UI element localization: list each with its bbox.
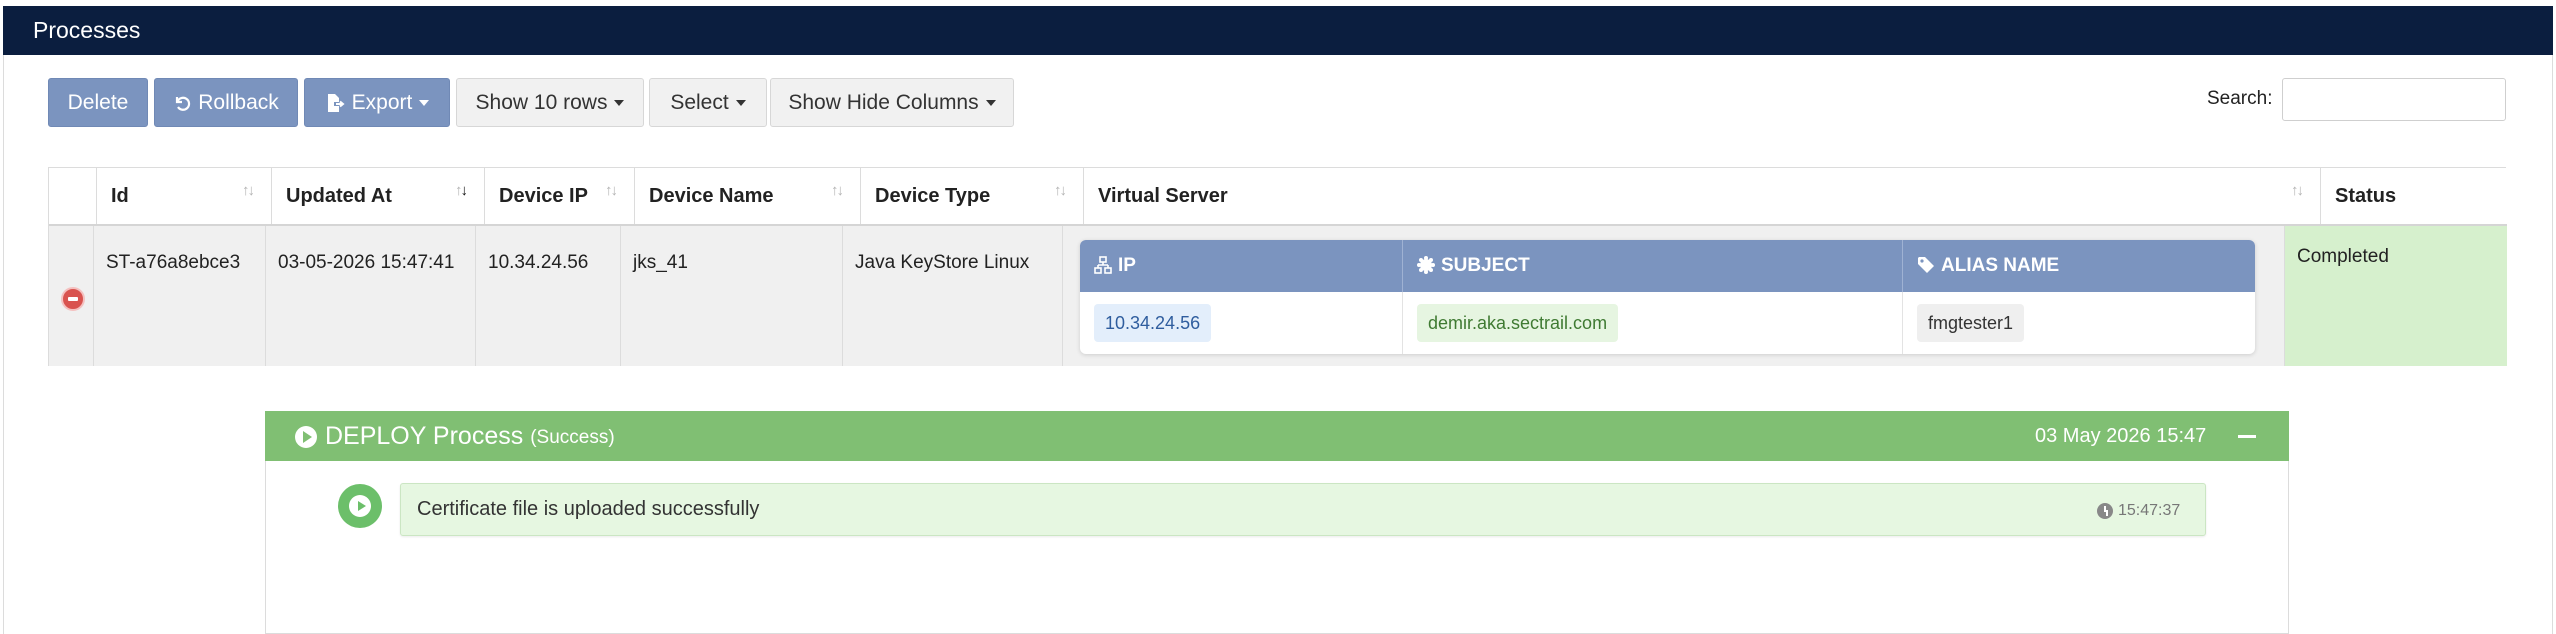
process-name: DEPLOY Process: [325, 422, 524, 450]
show-rows-label: Show 10 rows: [475, 90, 608, 114]
undo-icon: [176, 96, 191, 111]
vs-column-alias-name: ALIAS NAME: [1903, 240, 2255, 292]
chevron-down-icon: [419, 99, 430, 106]
cell-device-type: Java KeyStore Linux: [843, 226, 1063, 366]
network-icon: [1094, 256, 1112, 274]
rollback-button-label: Rollback: [198, 90, 279, 114]
process-result: (Success): [530, 427, 615, 448]
show-hide-columns-label: Show Hide Columns: [788, 90, 979, 114]
page-header: Processes: [3, 6, 2553, 55]
column-header-device-name[interactable]: Device Name ↑↓: [635, 168, 861, 224]
file-export-icon: [327, 93, 345, 112]
virtual-server-table: IP SUBJECT ALIAS NAME 10.34.24.56 demir.…: [1080, 240, 2255, 354]
cell-virtual-server: IP SUBJECT ALIAS NAME 10.34.24.56 demir.…: [1063, 226, 2285, 366]
sort-icon[interactable]: ↑↓: [242, 182, 255, 199]
column-header-label: Device Name: [649, 185, 774, 207]
processes-table: Id ↑↓ Updated At ↑↓ Device IP ↑↓ Device …: [48, 167, 2507, 366]
subject-chip: demir.aka.sectrail.com: [1417, 304, 1619, 342]
sort-icon[interactable]: ↑↓: [2291, 182, 2304, 199]
vs-column-label: ALIAS NAME: [1941, 255, 2060, 276]
vs-column-ip: IP: [1080, 240, 1403, 292]
column-header-label: Device IP: [499, 185, 588, 207]
column-header-label: Updated At: [286, 185, 392, 207]
export-button-label: Export: [351, 90, 413, 114]
minus-icon[interactable]: [2238, 435, 2256, 438]
vs-column-subject: SUBJECT: [1403, 240, 1903, 292]
delete-button-label: Delete: [67, 90, 129, 114]
vs-cell-ip: 10.34.24.56: [1080, 292, 1403, 354]
column-header-label: Status: [2335, 185, 2397, 207]
tag-icon: [1918, 257, 1934, 273]
vs-column-label: SUBJECT: [1441, 255, 1530, 276]
step-time-text: 15:47:37: [2118, 502, 2181, 519]
column-header-label: Device Type: [875, 185, 991, 207]
column-header-device-ip[interactable]: Device IP ↑↓: [485, 168, 635, 224]
delete-button[interactable]: Delete: [48, 78, 148, 127]
chevron-down-icon: [735, 99, 746, 106]
sort-icon[interactable]: ↑↓: [831, 182, 844, 199]
certificate-badge-icon: [1417, 256, 1435, 274]
search-label: Search:: [2207, 88, 2273, 109]
step-timestamp: 15:47:37: [2097, 502, 2180, 520]
column-header-virtual-server[interactable]: Virtual Server ↑↓: [1084, 168, 2321, 224]
export-button[interactable]: Export: [304, 78, 450, 127]
sort-desc-icon[interactable]: ↑↓: [455, 182, 468, 199]
vs-cell-subject: demir.aka.sectrail.com: [1403, 292, 1903, 354]
column-header-expand: [49, 168, 97, 224]
cell-status: Completed: [2285, 226, 2507, 366]
clock-icon: [2097, 503, 2113, 519]
process-step: Certificate file is uploaded successfull…: [400, 483, 2206, 536]
process-panel-header[interactable]: DEPLOY Process (Success) 03 May 2026 15:…: [265, 411, 2289, 461]
play-circle-icon: [338, 484, 382, 528]
cell-device-ip: 10.34.24.56: [476, 226, 621, 366]
vs-cell-alias-name: fmgtester1: [1903, 292, 2255, 354]
step-message: Certificate file is uploaded successfull…: [417, 498, 760, 520]
column-header-label: Virtual Server: [1098, 185, 1228, 207]
collapse-row-icon[interactable]: [61, 287, 85, 311]
sort-icon[interactable]: ↑↓: [1054, 182, 1067, 199]
table-header: Id ↑↓ Updated At ↑↓ Device IP ↑↓ Device …: [49, 168, 2507, 226]
chevron-down-icon: [985, 99, 996, 106]
column-header-status[interactable]: Status: [2321, 168, 2507, 224]
show-rows-dropdown[interactable]: Show 10 rows: [456, 78, 644, 127]
virtual-server-header: IP SUBJECT ALIAS NAME: [1080, 240, 2255, 292]
cell-updated-at: 03-05-2026 15:47:41: [266, 226, 476, 366]
ip-chip: 10.34.24.56: [1094, 304, 1212, 342]
column-header-device-type[interactable]: Device Type ↑↓: [861, 168, 1084, 224]
cell-id: ST-a76a8ebce3: [94, 226, 266, 366]
sort-icon[interactable]: ↑↓: [605, 182, 618, 199]
column-header-label: Id: [111, 185, 129, 207]
page-title: Processes: [33, 17, 141, 43]
table-row[interactable]: ST-a76a8ebce3 03-05-2026 15:47:41 10.34.…: [49, 226, 2507, 366]
column-header-updated-at[interactable]: Updated At ↑↓: [272, 168, 485, 224]
vs-column-label: IP: [1118, 255, 1136, 276]
row-expand-cell: [49, 226, 94, 366]
process-date: 03 May 2026 15:47: [2035, 425, 2207, 447]
rollback-button[interactable]: Rollback: [154, 78, 298, 127]
search-input[interactable]: [2282, 78, 2506, 121]
chevron-down-icon: [614, 99, 625, 106]
play-circle-icon: [295, 425, 317, 448]
select-dropdown[interactable]: Select: [649, 78, 767, 127]
process-title: DEPLOY Process (Success): [295, 422, 615, 451]
show-hide-columns-dropdown[interactable]: Show Hide Columns: [770, 78, 1014, 127]
select-label: Select: [670, 90, 729, 114]
column-header-id[interactable]: Id ↑↓: [97, 168, 272, 224]
alias-chip: fmgtester1: [1917, 304, 2025, 342]
cell-device-name: jks_41: [621, 226, 843, 366]
